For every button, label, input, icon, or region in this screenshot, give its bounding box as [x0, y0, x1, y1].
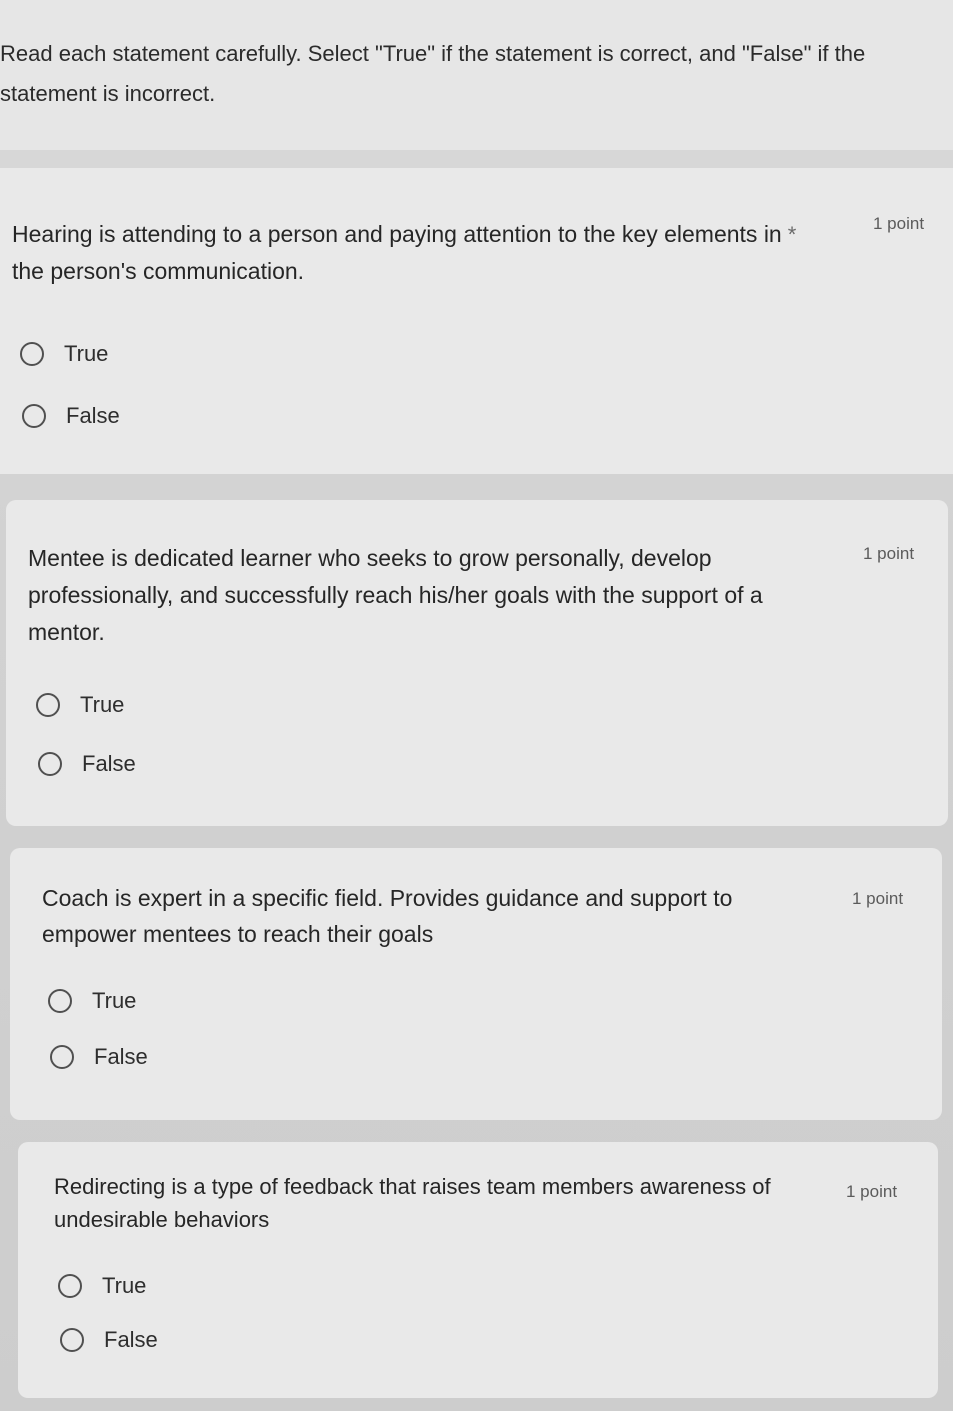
question-card-1: Hearing is attending to a person and pay…	[0, 168, 953, 474]
option-label: True	[80, 692, 125, 717]
question-text: Redirecting is a type of feedback that r…	[54, 1170, 834, 1236]
question-card-2: Mentee is dedicated learner who seeks to…	[6, 500, 948, 826]
option-label: True	[92, 988, 137, 1013]
option-false[interactable]: False	[60, 1327, 158, 1353]
question-text: Mentee is dedicated learner who seeks to…	[28, 540, 838, 651]
radio-button[interactable]	[20, 342, 44, 366]
option-true[interactable]: True	[48, 988, 136, 1014]
radio-button[interactable]	[38, 752, 62, 776]
question-text: Coach is expert in a specific field. Pro…	[42, 880, 832, 952]
radio-button[interactable]	[48, 989, 72, 1013]
question-text: Hearing is attending to a person and pay…	[12, 216, 862, 290]
option-label: False	[104, 1327, 158, 1352]
question-text-line-3: mentor.	[28, 619, 105, 645]
option-false[interactable]: False	[38, 751, 136, 777]
option-true[interactable]: True	[36, 692, 124, 718]
question-text-line-1: Mentee is dedicated learner who seeks to…	[28, 545, 712, 571]
points-label: 1 point	[852, 889, 904, 908]
question-card-3: Coach is expert in a specific field. Pro…	[10, 848, 942, 1120]
option-false[interactable]: False	[22, 403, 120, 429]
question-text-line-2: professionally, and successfully reach h…	[28, 582, 763, 608]
question-card-4: Redirecting is a type of feedback that r…	[18, 1142, 938, 1398]
points-label: 1 point	[846, 1182, 898, 1201]
points-label: 1 point	[873, 214, 925, 233]
radio-button[interactable]	[58, 1274, 82, 1298]
option-true[interactable]: True	[58, 1273, 146, 1299]
question-text-line-1: Coach is expert in a specific field. Pro…	[42, 885, 733, 911]
option-label: False	[82, 751, 136, 776]
question-text-line-2: undesirable behaviors	[54, 1207, 270, 1232]
question-text-line-1: Hearing is attending to a person and pay…	[12, 221, 782, 247]
instructions-line-2: statement is incorrect.	[0, 81, 216, 106]
question-text-line-1: Redirecting is a type of feedback that r…	[54, 1174, 771, 1199]
form-page: Read each statement carefully. Select "T…	[0, 0, 953, 1411]
instructions-card: Read each statement carefully. Select "T…	[0, 0, 953, 150]
required-asterisk: *	[787, 222, 797, 247]
option-label: False	[94, 1044, 148, 1069]
radio-button[interactable]	[50, 1045, 74, 1069]
radio-button[interactable]	[22, 404, 46, 428]
option-label: False	[66, 403, 120, 428]
option-false[interactable]: False	[50, 1044, 148, 1070]
instructions-text: Read each statement carefully. Select "T…	[0, 34, 920, 114]
option-true[interactable]: True	[20, 341, 108, 367]
option-label: True	[102, 1273, 147, 1298]
radio-button[interactable]	[36, 693, 60, 717]
instructions-line-1: Read each statement carefully. Select "T…	[0, 41, 866, 66]
option-label: True	[64, 341, 109, 366]
question-text-line-2: the person's communication.	[12, 258, 305, 284]
points-label: 1 point	[863, 544, 915, 563]
question-text-line-2: empower mentees to reach their goals	[42, 921, 434, 947]
radio-button[interactable]	[60, 1328, 84, 1352]
